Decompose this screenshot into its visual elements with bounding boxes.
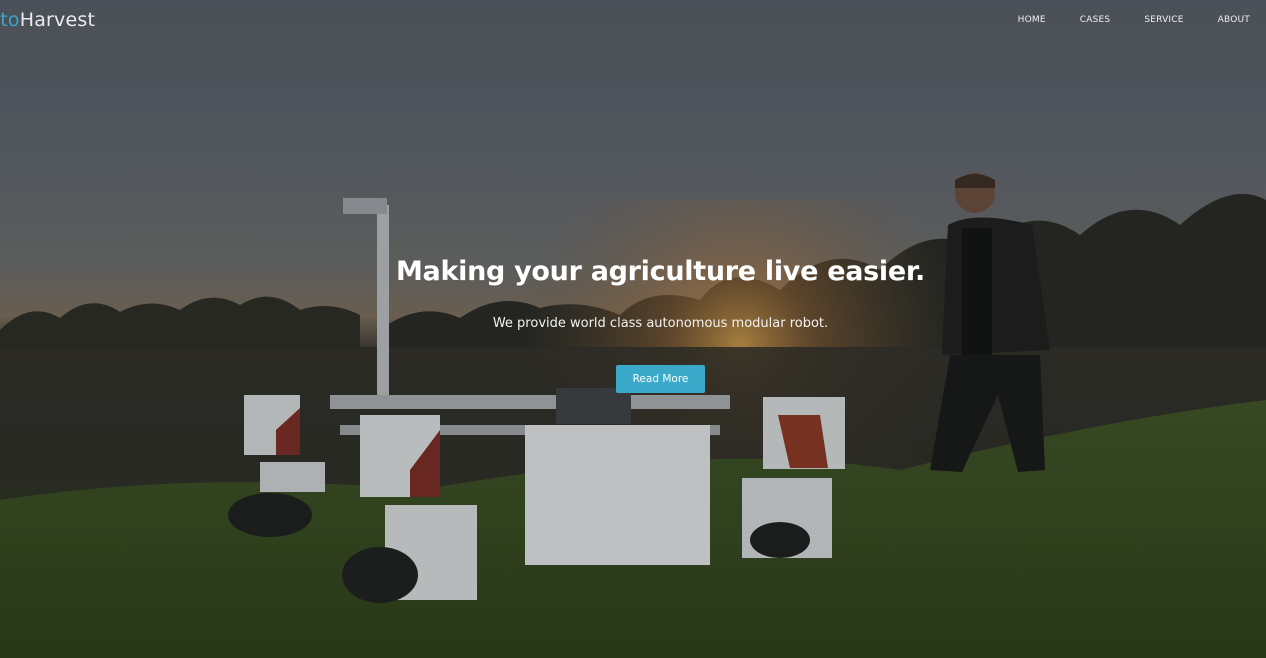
hero-headline: Making your agriculture live easier. <box>395 256 925 287</box>
brand-logo-text: Harvest <box>19 9 96 31</box>
brand-logo-accent: uto <box>0 9 20 31</box>
brand-logo[interactable]: utoHarvest <box>0 9 95 31</box>
read-more-button[interactable]: Read More <box>616 365 705 393</box>
hero-subtext: We provide world class autonomous modula… <box>492 316 829 331</box>
main-nav: HOME CASES SERVICE ABOUT <box>984 15 1250 25</box>
nav-cases[interactable]: CASES <box>1080 15 1111 25</box>
nav-about[interactable]: ABOUT <box>1218 15 1250 25</box>
nav-home[interactable]: HOME <box>1018 15 1046 25</box>
top-navbar: utoHarvest HOME CASES SERVICE ABOUT <box>0 0 1266 44</box>
nav-service[interactable]: SERVICE <box>1144 15 1183 25</box>
